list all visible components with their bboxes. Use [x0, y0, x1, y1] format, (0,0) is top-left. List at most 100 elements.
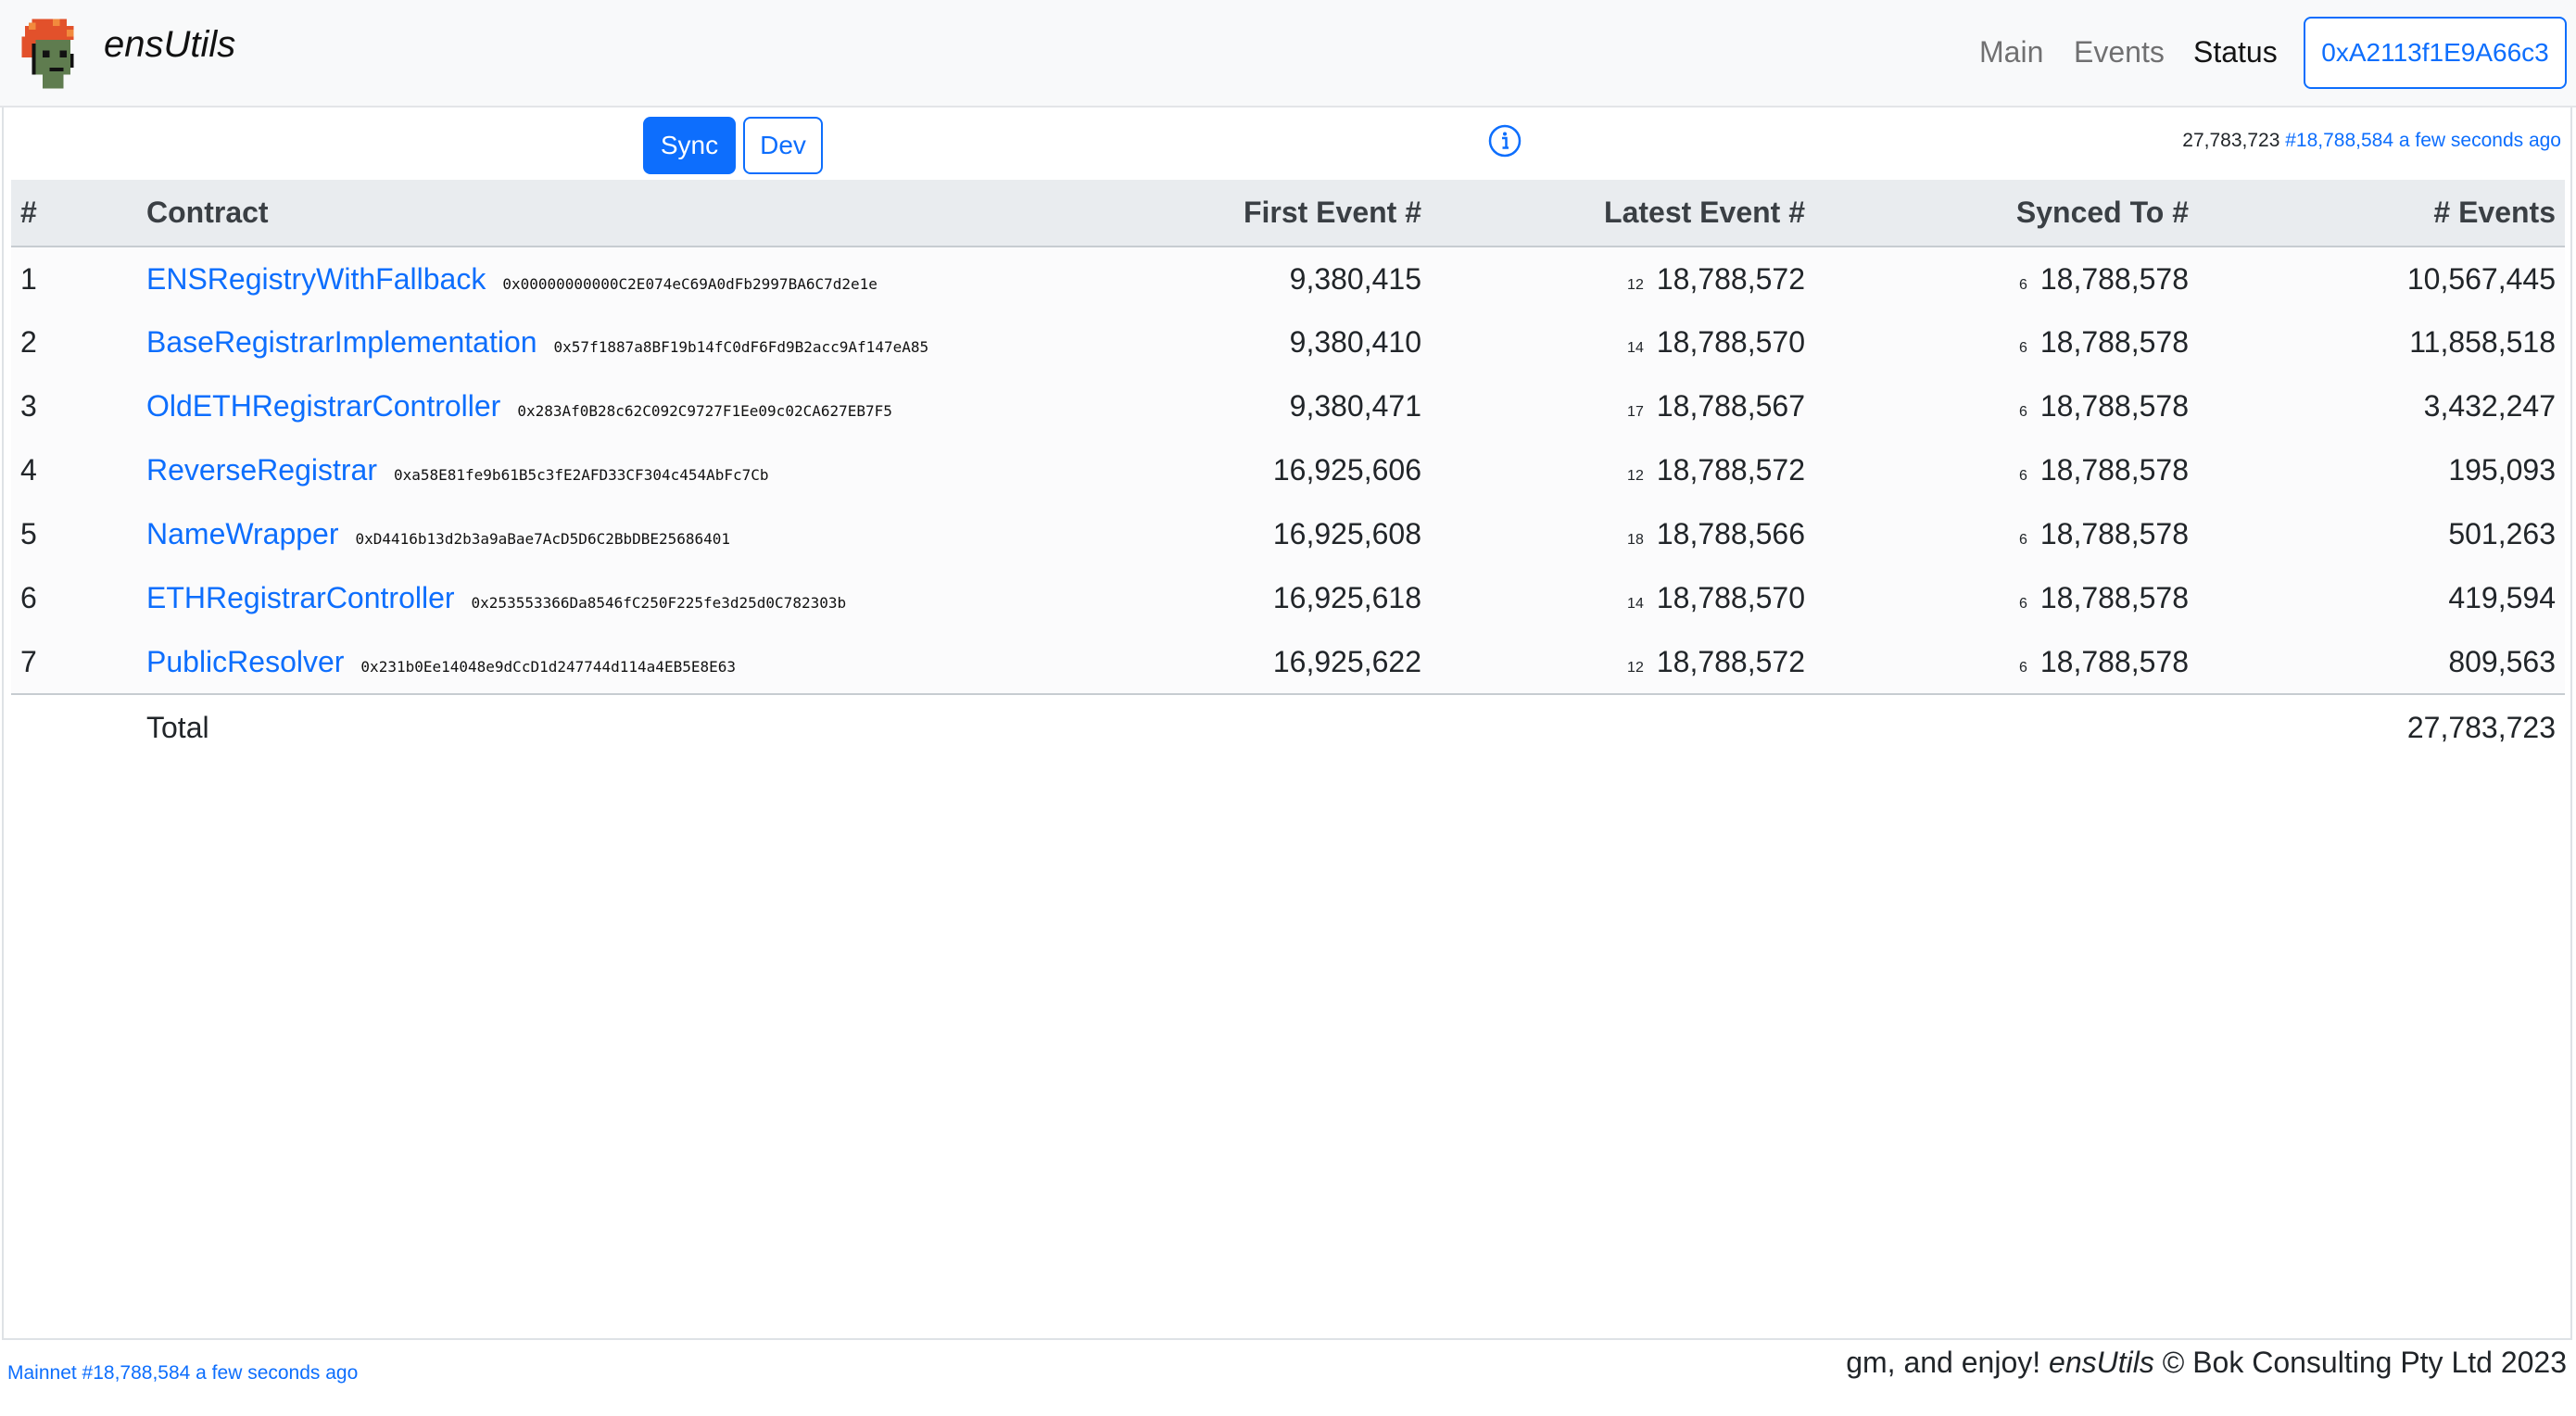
latest-event-delta: 18: [1627, 532, 1644, 548]
contract-address: 0x283Af0B28c62C092C9727F1Ee09c02CA627EB7…: [517, 402, 892, 420]
contract-cell: OldETHRegistrarController 0x283Af0B28c62C…: [137, 374, 934, 438]
contract-address: 0x00000000000C2E074eC69A0dFb2997BA6C7d2e…: [502, 274, 878, 293]
tagline-copyright: © Bok Consulting Pty Ltd 2023: [2162, 1346, 2567, 1379]
col-header-events[interactable]: # Events: [2198, 180, 2565, 247]
latest-block-age: a few seconds ago: [2398, 130, 2561, 151]
total-index-cell: [11, 694, 137, 761]
table-header-row: # Contract First Event # Latest Event # …: [11, 180, 2565, 247]
events-count-cell: 11,858,518: [2198, 310, 2565, 374]
first-event-cell: 9,380,471: [934, 374, 1431, 438]
contract-name-link[interactable]: PublicResolver: [146, 645, 344, 678]
contract-name-link[interactable]: ETHRegistrarController: [146, 581, 455, 614]
latest-event-cell: 18 18,788,566: [1431, 502, 1814, 566]
col-header-synced-to[interactable]: Synced To #: [1814, 180, 2198, 247]
latest-event-delta: 17: [1627, 404, 1644, 420]
col-header-latest-event[interactable]: Latest Event #: [1431, 180, 1814, 247]
table-row[interactable]: 1 ENSRegistryWithFallback 0x00000000000C2…: [11, 247, 2565, 310]
punk-avatar-icon[interactable]: [11, 11, 95, 96]
table-row[interactable]: 6 ETHRegistrarController 0x253553366Da854…: [11, 566, 2565, 630]
toolbar: Sync Dev 27,783,723 #18,788,584 a few se…: [4, 107, 2570, 180]
contract-name-link[interactable]: BaseRegistrarImplementation: [146, 325, 537, 359]
first-event-cell: 16,925,608: [934, 502, 1431, 566]
synced-to-cell: 6 18,788,578: [1814, 502, 2198, 566]
sync-button[interactable]: Sync: [643, 117, 736, 174]
dev-button[interactable]: Dev: [743, 117, 823, 174]
latest-event-block: 18,788,567: [1656, 389, 1805, 423]
synced-to-block: 18,788,578: [2039, 644, 2189, 678]
latest-event-block: 18,788,572: [1656, 453, 1805, 487]
total-events-count: 27,783,723: [2182, 130, 2280, 151]
col-header-contract[interactable]: Contract: [137, 180, 934, 247]
nav-main[interactable]: Main: [1979, 35, 2043, 70]
synced-to-block: 18,788,578: [2039, 453, 2189, 487]
contract-cell: ETHRegistrarController 0x253553366Da8546f…: [137, 566, 934, 630]
synced-to-cell: 6 18,788,578: [1814, 566, 2198, 630]
row-index: 7: [11, 630, 137, 695]
synced-to-delta: 6: [2018, 659, 2027, 676]
nav-events[interactable]: Events: [2074, 35, 2165, 70]
synced-to-delta: 6: [2018, 468, 2027, 484]
tagline-brand: ensUtils: [2049, 1346, 2154, 1379]
contract-address: 0xD4416b13d2b3a9aBae7AcD5D6C2BbDBE256864…: [355, 530, 731, 548]
contract-name-link[interactable]: ReverseRegistrar: [146, 453, 377, 487]
latest-event-cell: 14 18,788,570: [1431, 566, 1814, 630]
synced-to-cell: 6 18,788,578: [1814, 310, 2198, 374]
contract-name-link[interactable]: NameWrapper: [146, 517, 338, 550]
synced-to-cell: 6 18,788,578: [1814, 438, 2198, 502]
latest-event-block: 18,788,570: [1656, 325, 1805, 359]
latest-event-block: 18,788,572: [1656, 644, 1805, 678]
row-index: 1: [11, 247, 137, 310]
events-count-cell: 501,263: [2198, 502, 2565, 566]
synced-to-delta: 6: [2018, 404, 2027, 420]
synced-to-delta: 6: [2018, 596, 2027, 612]
total-empty-cell: [1814, 694, 2198, 761]
synced-to-block: 18,788,578: [2039, 581, 2189, 614]
account-button[interactable]: 0xA2113f1E9A66c3: [2304, 17, 2567, 89]
first-event-cell: 16,925,606: [934, 438, 1431, 502]
latest-event-delta: 12: [1627, 276, 1644, 293]
row-index: 3: [11, 374, 137, 438]
synced-to-delta: 6: [2018, 532, 2027, 548]
table-row[interactable]: 7 PublicResolver 0x231b0Ee14048e9dCcD1d24…: [11, 630, 2565, 695]
latest-event-delta: 14: [1627, 596, 1644, 612]
synced-to-block: 18,788,578: [2039, 389, 2189, 423]
table-row[interactable]: 2 BaseRegistrarImplementation 0x57f1887a8…: [11, 310, 2565, 374]
row-index: 5: [11, 502, 137, 566]
latest-event-cell: 12 18,788,572: [1431, 630, 1814, 695]
synced-to-block: 18,788,578: [2039, 325, 2189, 359]
latest-event-cell: 12 18,788,572: [1431, 438, 1814, 502]
total-events: 27,783,723: [2198, 694, 2565, 761]
row-index: 6: [11, 566, 137, 630]
tagline-prefix: gm, and enjoy!: [1846, 1346, 2041, 1379]
contracts-table: # Contract First Event # Latest Event # …: [11, 180, 2565, 761]
info-circle-icon[interactable]: [1486, 122, 1523, 159]
latest-block: #18,788,584: [2285, 130, 2394, 151]
events-count-cell: 3,432,247: [2198, 374, 2565, 438]
col-header-first-event[interactable]: First Event #: [934, 180, 1431, 247]
contract-cell: NameWrapper 0xD4416b13d2b3a9aBae7AcD5D6C2…: [137, 502, 934, 566]
contract-address: 0x57f1887a8BF19b14fC0dF6Fd9B2acc9Af147eA…: [553, 338, 929, 356]
contract-address: 0x253553366Da8546fC250F225fe3d25d0C78230…: [471, 594, 847, 612]
synced-to-cell: 6 18,788,578: [1814, 630, 2198, 695]
synced-to-block: 18,788,578: [2039, 517, 2189, 550]
latest-block-link[interactable]: #18,788,584 a few seconds ago: [2285, 130, 2561, 151]
contract-name-link[interactable]: OldETHRegistrarController: [146, 389, 500, 423]
table-row[interactable]: 3 OldETHRegistrarController 0x283Af0B28c6…: [11, 374, 2565, 438]
contract-address: 0xa58E81fe9b61B5c3fE2AFD33CF304c454AbFc7…: [393, 466, 769, 484]
contract-name-link[interactable]: ENSRegistryWithFallback: [146, 262, 486, 296]
table-row[interactable]: 5 NameWrapper 0xD4416b13d2b3a9aBae7AcD5D6…: [11, 502, 2565, 566]
events-count-cell: 10,567,445: [2198, 247, 2565, 310]
footer-tagline: gm, and enjoy! ensUtils © Bok Consulting…: [1846, 1346, 2567, 1380]
first-event-cell: 16,925,618: [934, 566, 1431, 630]
synced-to-delta: 6: [2018, 276, 2027, 293]
brand-name[interactable]: ensUtils: [104, 24, 235, 66]
total-label: Total: [137, 694, 934, 761]
nav-status[interactable]: Status: [2193, 35, 2278, 70]
status-card: Sync Dev 27,783,723 #18,788,584 a few se…: [2, 107, 2572, 1340]
table-row[interactable]: 4 ReverseRegistrar 0xa58E81fe9b61B5c3fE2A…: [11, 438, 2565, 502]
sync-status: 27,783,723 #18,788,584 a few seconds ago: [2182, 130, 2561, 152]
contract-address: 0x231b0Ee14048e9dCcD1d247744d114a4EB5E8E…: [360, 657, 736, 676]
col-header-index[interactable]: #: [11, 180, 137, 247]
latest-event-delta: 14: [1627, 340, 1644, 356]
network-status-link[interactable]: Mainnet #18,788,584 a few seconds ago: [7, 1362, 358, 1384]
